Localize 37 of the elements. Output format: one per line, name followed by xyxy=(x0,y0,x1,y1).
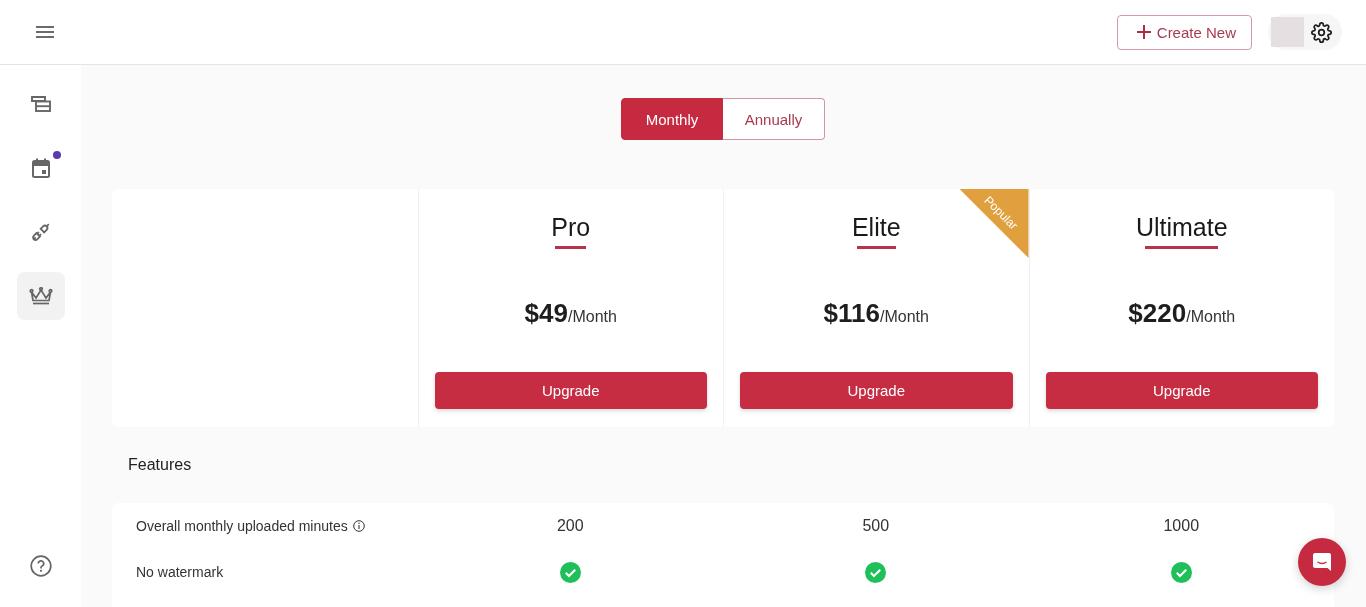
title-underline xyxy=(856,246,896,249)
billing-period-tab[interactable]: Annually xyxy=(723,98,825,140)
title-underline xyxy=(555,246,587,249)
sidebar-item[interactable] xyxy=(16,272,65,320)
price-period: /Month xyxy=(1186,308,1236,327)
feature-value: 1000 xyxy=(1163,517,1200,535)
create-new-button[interactable]: Create New xyxy=(1116,14,1252,50)
upgrade-button[interactable]: Upgrade xyxy=(740,372,1013,409)
plus-icon xyxy=(1136,25,1151,39)
price-period: /Month xyxy=(880,308,929,327)
billing-period-tab[interactable]: Monthly xyxy=(621,98,723,140)
features-heading: Features xyxy=(127,455,193,475)
plan-price: $220 xyxy=(1128,298,1187,328)
avatar-placeholder xyxy=(1271,17,1304,47)
feature-value: 200 xyxy=(556,517,584,535)
price-period: /Month xyxy=(568,308,617,327)
chat-button[interactable] xyxy=(1298,538,1346,586)
plan-name: Elite xyxy=(851,213,901,241)
feature-label: No watermark xyxy=(136,564,224,580)
calendar-icon xyxy=(31,158,50,178)
feature-value: 500 xyxy=(862,517,890,535)
menu-icon xyxy=(36,26,54,38)
chat-icon xyxy=(1312,552,1332,572)
settings-icon xyxy=(1311,21,1332,43)
plan-name: Pro xyxy=(551,213,591,241)
feature-label: Overall monthly uploaded minutes xyxy=(136,518,348,534)
menu-button[interactable] xyxy=(36,26,54,38)
crown-icon xyxy=(28,287,53,305)
profile-menu[interactable] xyxy=(1268,14,1342,50)
plan-price: $49 xyxy=(524,298,568,328)
help-icon xyxy=(29,555,52,577)
upgrade-button[interactable]: Upgrade xyxy=(434,372,707,409)
upgrade-button[interactable]: Upgrade xyxy=(1045,372,1318,409)
plan-name: Ultimate xyxy=(1135,213,1228,241)
plug-icon xyxy=(29,221,52,243)
layers-icon xyxy=(30,96,51,112)
plan-price: $116 xyxy=(823,298,880,328)
